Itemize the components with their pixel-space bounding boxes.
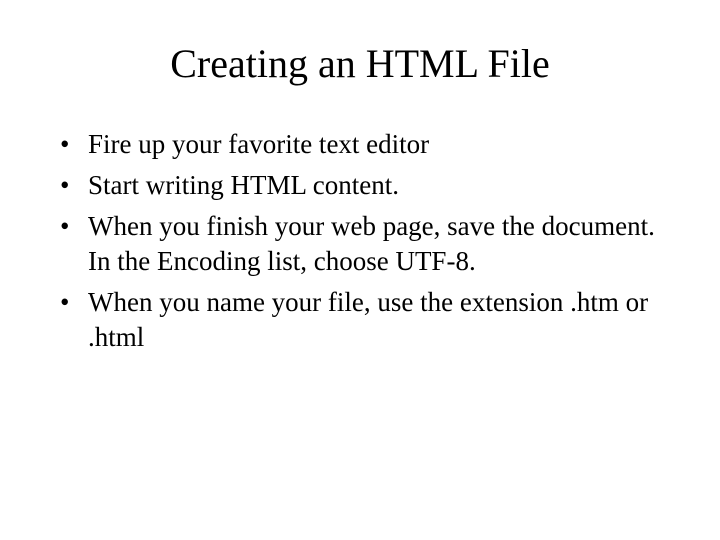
list-item: Start writing HTML content. — [60, 168, 680, 203]
list-item: When you name your file, use the extensi… — [60, 285, 680, 355]
bullet-list: Fire up your favorite text editor Start … — [40, 127, 680, 356]
list-item: When you finish your web page, save the … — [60, 209, 680, 279]
slide-title: Creating an HTML File — [40, 40, 680, 87]
list-item: Fire up your favorite text editor — [60, 127, 680, 162]
